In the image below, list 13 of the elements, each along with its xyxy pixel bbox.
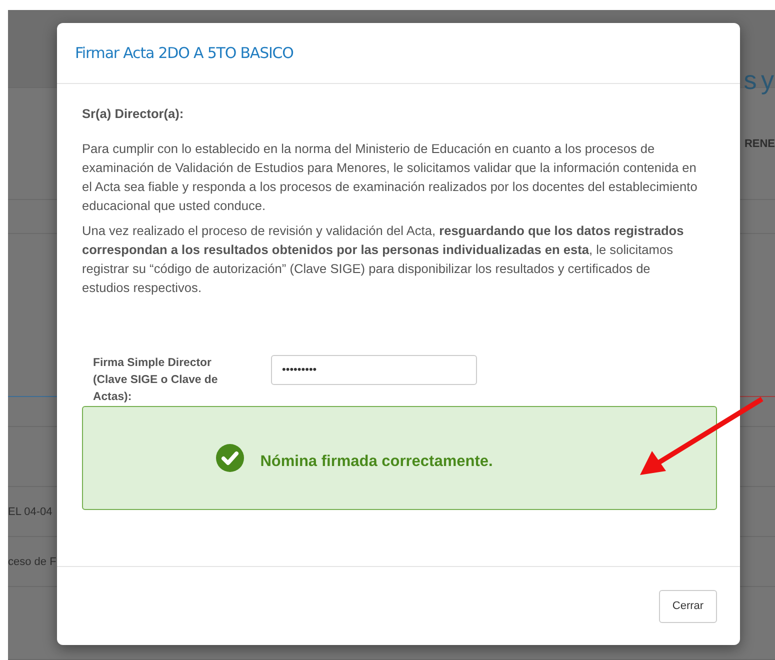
dialog-title: Firmar Acta 2DO A 5TO BASICO <box>75 44 294 62</box>
page-heading: s y <box>744 67 774 93</box>
table-cell: EL 04-04 <box>8 506 52 518</box>
paragraph: Para cumplir con lo establecido en la norma del Ministerio de Educación en cuanto a los procesos de examinación de Validación de Estudios para Menores, le solicitamos validar que la información contenida en el Acta sea fiable y responda a los procesos de examinación realizados por los docentes del establecimiento educacional que usted conduce. <box>82 140 698 215</box>
close-button[interactable]: Cerrar <box>659 590 717 622</box>
table-cell: ceso de F <box>8 556 56 568</box>
password-field[interactable]: ••••••••• <box>271 355 477 385</box>
paragraph: Una vez realizado el proceso de revisión y validación del Acta, resguardando que los datos registrados correspondan a los resultados obtenidos por las personas individualizadas en esta, le solicitamos registrar su “código de autorización” (Clave SIGE) para disponibilizar los resultados y certificados de estudios respectivos. <box>82 222 685 297</box>
check-circle-icon <box>216 444 244 472</box>
column-header: RENE <box>744 138 775 150</box>
field-label: Firma Simple Director (Clave SIGE o Clave de Actas): <box>93 356 219 405</box>
greeting-text: Sr(a) Director(a): <box>82 106 185 121</box>
success-message: Nómina firmada correctamente. <box>260 453 493 471</box>
